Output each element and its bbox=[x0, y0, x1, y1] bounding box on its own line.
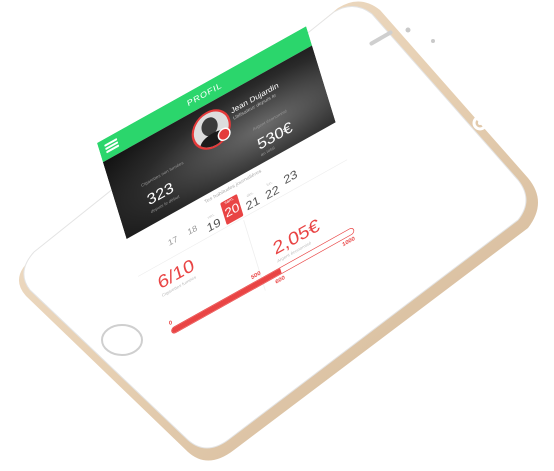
day-22[interactable]: lun. 22 bbox=[261, 177, 283, 204]
day-23[interactable]: 23 bbox=[280, 166, 301, 188]
day-number: 23 bbox=[281, 167, 299, 187]
progress-min-label: 0 bbox=[168, 319, 173, 327]
gear-icon-graphic bbox=[472, 115, 488, 131]
day-17[interactable]: 17 bbox=[163, 232, 182, 250]
gear-icon[interactable] bbox=[470, 113, 490, 133]
day-19[interactable]: ven. 19 bbox=[202, 210, 224, 237]
day-number: 18 bbox=[186, 222, 199, 238]
scene: PROFIL Jean Dujardin Utilisateur depuis … bbox=[0, 0, 554, 471]
day-18[interactable]: 18 bbox=[183, 221, 202, 239]
day-selector: 17 18 ven. 19 sam. 20 dim. 21 lun. 22 23 bbox=[162, 167, 299, 258]
day-21[interactable]: dim. 21 bbox=[241, 188, 263, 215]
day-20[interactable]: sam. 20 bbox=[220, 193, 244, 226]
day-number: 17 bbox=[166, 233, 179, 248]
